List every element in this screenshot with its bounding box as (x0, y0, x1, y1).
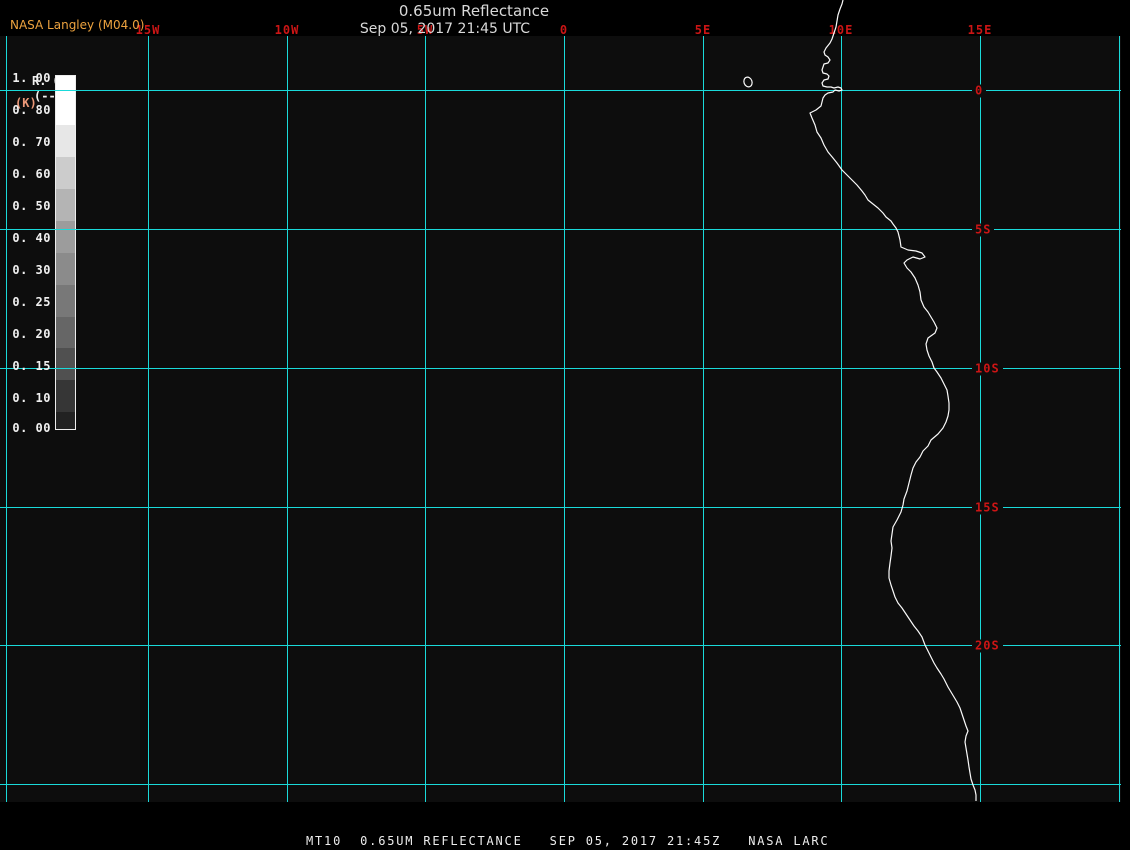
timestamp: Sep 05, 2017 21:45 UTC (359, 21, 531, 37)
colorbar-band (56, 125, 75, 157)
legend-tick-label: 0. 10 (12, 391, 51, 405)
legend-tick-label: 0. 15 (12, 359, 51, 373)
colorbar-band (56, 253, 75, 285)
legend-tick-label: 0. 40 (12, 231, 51, 245)
legend-tick-label: 0. 80 (12, 103, 51, 117)
legend-tick-label: 0. 30 (12, 263, 51, 277)
colorbar-band (56, 76, 75, 125)
longitude-label: 0 (559, 23, 569, 37)
footer-text: MT10 0.65UM REFLECTANCE SEP 05, 2017 21:… (306, 834, 830, 848)
latitude-label: 15S (972, 501, 1003, 515)
latitude-label: 0 (972, 84, 987, 98)
satellite-reflectance-viewer: { "header": { "credit": "NASA Langley (M… (0, 0, 1130, 850)
map-area (0, 36, 1121, 802)
colorbar-band (56, 157, 75, 189)
nasa-langley-credit: NASA Langley (M04.0) (10, 18, 145, 32)
latitude-label: 10S (972, 362, 1003, 376)
colorbar-band (56, 380, 75, 412)
legend-tick-label: 0. 70 (12, 135, 51, 149)
legend-tick-label: 0. 60 (12, 167, 51, 181)
colorbar-band (56, 221, 75, 253)
latitude-label: 20S (972, 639, 1003, 653)
page-title: 0.65um Reflectance (398, 2, 550, 20)
colorbar-band (56, 412, 75, 429)
colorbar-band (56, 348, 75, 380)
longitude-label: 10W (274, 23, 300, 37)
colorbar-band (56, 317, 75, 348)
legend-tick-label: 0. 25 (12, 295, 51, 309)
legend-tick-label: 0. 50 (12, 199, 51, 213)
legend-tick-label: 0. 00 (12, 421, 51, 435)
latitude-label: 5S (972, 223, 995, 237)
legend-tick-label: 0. 20 (12, 327, 51, 341)
longitude-label: 15E (967, 23, 993, 37)
longitude-label: 10E (828, 23, 854, 37)
colorbar-band (56, 285, 75, 317)
colorbar-band (56, 189, 75, 221)
legend-colorbar (55, 75, 76, 430)
longitude-label: 5E (694, 23, 712, 37)
legend-tick-label: 1. 00 (12, 71, 51, 85)
